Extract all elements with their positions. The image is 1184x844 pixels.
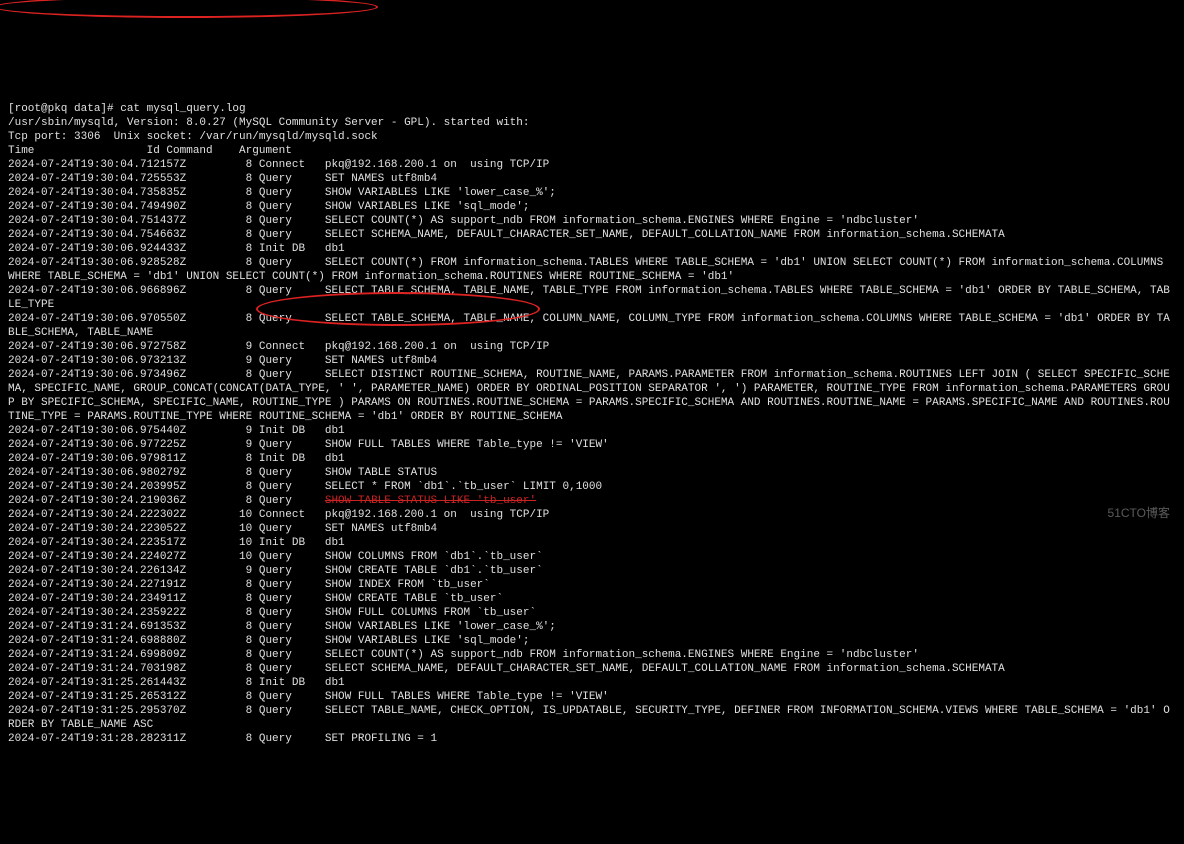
log-column-header: Time Id Command Argument (8, 144, 1176, 158)
log-line: 2024-07-24T19:30:06.966896Z 8 Query SELE… (8, 284, 1176, 312)
log-line: 2024-07-24T19:30:24.234911Z 8 Query SHOW… (8, 592, 1176, 606)
log-line: 2024-07-24T19:31:24.698880Z 8 Query SHOW… (8, 634, 1176, 648)
log-line: 2024-07-24T19:30:06.928528Z 8 Query SELE… (8, 256, 1176, 284)
log-line: 2024-07-24T19:30:24.203995Z 8 Query SELE… (8, 480, 1176, 494)
log-line: 2024-07-24T19:30:04.712157Z 8 Connect pk… (8, 158, 1176, 172)
log-header-version: /usr/sbin/mysqld, Version: 8.0.27 (MySQL… (8, 116, 1176, 130)
log-line: 2024-07-24T19:30:24.219036Z 8 Query SHOW… (8, 494, 1176, 508)
log-line: 2024-07-24T19:30:24.223517Z 10 Init DB d… (8, 536, 1176, 550)
log-line: 2024-07-24T19:30:06.979811Z 8 Init DB db… (8, 452, 1176, 466)
struck-query: SHOW TABLE STATUS LIKE 'tb_user' (325, 495, 536, 507)
log-header-socket: Tcp port: 3306 Unix socket: /var/run/mys… (8, 130, 1176, 144)
log-line: 2024-07-24T19:30:06.970550Z 8 Query SELE… (8, 312, 1176, 340)
log-line: 2024-07-24T19:30:06.973496Z 8 Query SELE… (8, 368, 1176, 424)
log-line: 2024-07-24T19:30:04.725553Z 8 Query SET … (8, 172, 1176, 186)
shell-prompt[interactable]: [root@pkq data]# cat mysql_query.log (8, 102, 1176, 116)
log-line: 2024-07-24T19:30:24.227191Z 8 Query SHOW… (8, 578, 1176, 592)
log-line: 2024-07-24T19:31:24.699809Z 8 Query SELE… (8, 648, 1176, 662)
log-line: 2024-07-24T19:30:06.977225Z 9 Query SHOW… (8, 438, 1176, 452)
log-line: 2024-07-24T19:30:04.749490Z 8 Query SHOW… (8, 200, 1176, 214)
log-line: 2024-07-24T19:30:24.224027Z 10 Query SHO… (8, 550, 1176, 564)
log-line: 2024-07-24T19:30:06.980279Z 8 Query SHOW… (8, 466, 1176, 480)
log-line: 2024-07-24T19:30:04.754663Z 8 Query SELE… (8, 228, 1176, 242)
log-line: 2024-07-24T19:30:24.222302Z 10 Connect p… (8, 508, 1176, 522)
highlighted-query: SELECT * FROM `db1`.`tb_user` LIMIT 0,10… (325, 481, 602, 493)
highlight-ellipse-command (0, 0, 378, 18)
log-line: 2024-07-24T19:31:28.282311Z 8 Query SET … (8, 732, 1176, 746)
log-line: 2024-07-24T19:31:25.295370Z 8 Query SELE… (8, 704, 1176, 732)
log-line: 2024-07-24T19:31:24.691353Z 8 Query SHOW… (8, 620, 1176, 634)
log-line: 2024-07-24T19:30:04.751437Z 8 Query SELE… (8, 214, 1176, 228)
log-line: 2024-07-24T19:31:24.703198Z 8 Query SELE… (8, 662, 1176, 676)
log-line: 2024-07-24T19:30:24.226134Z 9 Query SHOW… (8, 564, 1176, 578)
log-line: 2024-07-24T19:31:25.265312Z 8 Query SHOW… (8, 690, 1176, 704)
terminal-output: [root@pkq data]# cat mysql_query.log/usr… (8, 102, 1176, 746)
log-line: 2024-07-24T19:31:25.261443Z 8 Init DB db… (8, 676, 1176, 690)
log-line: 2024-07-24T19:30:06.972758Z 9 Connect pk… (8, 340, 1176, 354)
highlighted-query: SHOW TABLE STATUS (325, 467, 437, 479)
log-line: 2024-07-24T19:30:04.735835Z 8 Query SHOW… (8, 186, 1176, 200)
watermark: 51CTO博客 (1108, 506, 1170, 520)
log-line: 2024-07-24T19:30:06.924433Z 8 Init DB db… (8, 242, 1176, 256)
log-line: 2024-07-24T19:30:24.235922Z 8 Query SHOW… (8, 606, 1176, 620)
log-line: 2024-07-24T19:30:06.975440Z 9 Init DB db… (8, 424, 1176, 438)
log-line: 2024-07-24T19:30:24.223052Z 10 Query SET… (8, 522, 1176, 536)
log-line: 2024-07-24T19:30:06.973213Z 9 Query SET … (8, 354, 1176, 368)
